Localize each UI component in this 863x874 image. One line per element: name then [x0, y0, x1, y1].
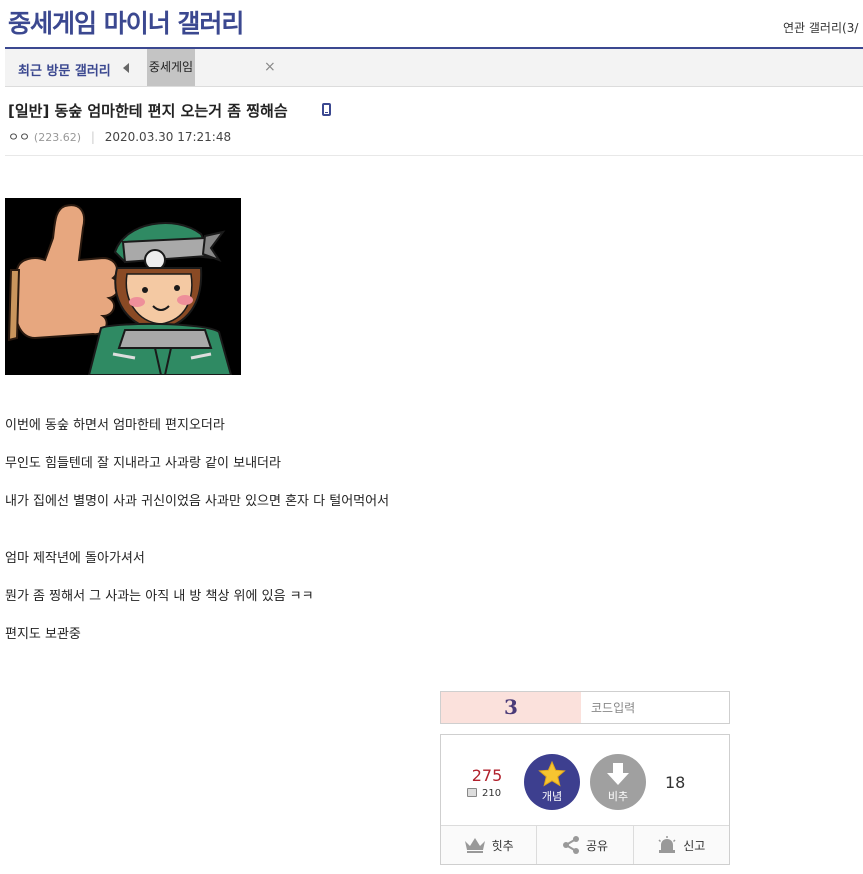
post-author[interactable]: ㅇㅇ [8, 130, 30, 144]
hit-recommend-button[interactable]: 힛추 [441, 826, 536, 864]
meta-divider [5, 155, 863, 156]
recommend-count: 275 [471, 766, 503, 785]
siren-icon [658, 836, 676, 853]
captcha-box: 3 [440, 691, 730, 724]
recent-gallery-label[interactable]: 최근 방문 갤러리 [18, 60, 111, 79]
related-gallery-link[interactable]: 연관 갤러리(3/ [783, 19, 863, 36]
vote-box: 275 210 개념 비추 18 힛추 공유 신고 [440, 734, 730, 865]
recommend-button[interactable]: 개념 [524, 754, 580, 810]
post-meta: ㅇㅇ (223.62) | 2020.03.30 17:21:48 [8, 128, 231, 145]
gallery-title[interactable]: 중세게임 마이너 갤러리 [8, 4, 244, 40]
post-body-line: 엄마 제작년에 돌아가셔서 [5, 551, 145, 566]
recent-gallery-item[interactable]: 중세게임 [147, 49, 195, 86]
post-body-line: 이번에 동숲 하면서 엄마한테 편지오더라 [5, 418, 225, 433]
vote-actions: 힛추 공유 신고 [441, 825, 729, 864]
recommend-label: 개념 [541, 790, 563, 803]
fixed-recommend-value: 210 [482, 788, 502, 799]
post-date: 2020.03.30 17:21:48 [104, 130, 232, 144]
post-title: [일반] 동숲 엄마한테 편지 오는거 좀 찡해슴 [8, 102, 288, 120]
captcha-code-image: 3 [441, 692, 581, 723]
post-body-line: 편지도 보관중 [5, 627, 81, 642]
captcha-input[interactable] [582, 692, 729, 723]
share-icon [562, 836, 579, 854]
recent-gallery-bar: 최근 방문 갤러리 중세게임 × [5, 49, 863, 87]
mobile-icon [322, 103, 331, 116]
star-icon [538, 761, 566, 787]
nonrecommend-count: 18 [665, 773, 686, 792]
nonrecommend-button[interactable]: 비추 [590, 754, 646, 810]
fixed-user-icon [467, 788, 477, 797]
arrow-down-icon [607, 763, 629, 785]
report-label: 신고 [683, 838, 706, 853]
nonrecommend-label: 비추 [607, 790, 629, 803]
post-author-ip: (223.62) [33, 131, 81, 144]
post-body-line: 무인도 힘들텐데 잘 지내라고 사과랑 같이 보내더라 [5, 456, 281, 471]
caret-left-icon[interactable] [123, 63, 129, 73]
crown-icon [464, 838, 485, 853]
post-image[interactable] [5, 198, 241, 375]
meta-separator: | [90, 130, 95, 144]
fixed-recommend-count: 210 [467, 788, 501, 799]
hit-recommend-label: 힛추 [491, 838, 514, 853]
report-button[interactable]: 신고 [632, 826, 729, 864]
share-label: 공유 [585, 838, 609, 853]
post-body-line: 뭔가 좀 찡해서 그 사과는 아직 내 방 책상 위에 있음 ㅋㅋ [5, 589, 314, 604]
share-button[interactable]: 공유 [536, 826, 632, 864]
post-body-line: 내가 집에선 별명이 사과 귀신이었음 사과만 있으면 혼자 다 털어먹어서 [5, 494, 390, 509]
close-icon[interactable]: × [264, 59, 276, 75]
